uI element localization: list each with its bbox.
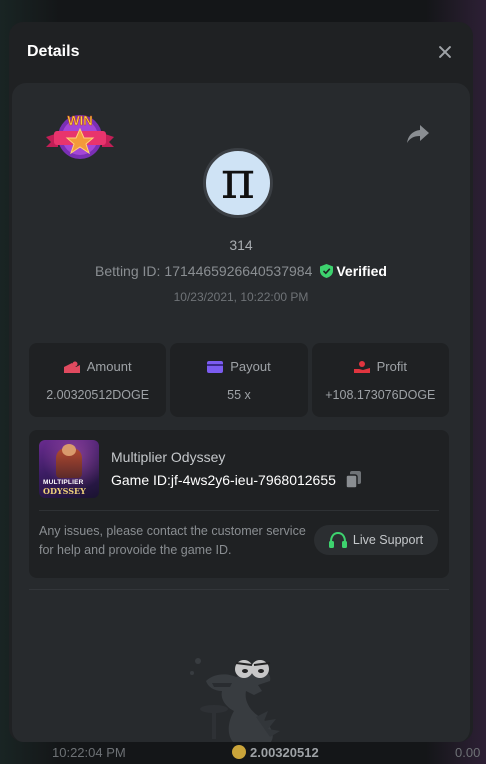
betting-id-value[interactable]: 1714465926640537984 — [164, 263, 312, 279]
username: 314 — [229, 237, 253, 253]
win-badge-icon: WIN — [46, 113, 114, 159]
coins-icon — [63, 361, 80, 373]
hand-coin-icon — [353, 360, 370, 373]
bet-timestamp: 10/23/2021, 10:22:00 PM — [173, 290, 309, 304]
thumbnail-title-line1: MULTIPLIER — [43, 479, 84, 486]
copy-icon[interactable] — [345, 471, 362, 488]
stat-payout-label: Payout — [230, 359, 271, 374]
background-amount-value: 2.00320512 — [250, 744, 319, 760]
stats-row: Amount 2.00320512DOGE Payout 55 x Profit… — [29, 343, 449, 417]
background-amount: 2.00320512 — [232, 745, 319, 760]
verified-label: Verified — [336, 263, 387, 279]
verified-badge: Verified — [320, 263, 387, 279]
support-text: Any issues, please contact the customer … — [39, 524, 306, 557]
avatar-pi-glyph: π — [220, 151, 256, 211]
stat-amount: Amount 2.00320512DOGE — [29, 343, 167, 417]
modal-title: Details — [27, 43, 80, 60]
stat-payout: Payout 55 x — [170, 343, 308, 417]
live-support-label: Live Support — [352, 533, 424, 547]
close-icon[interactable] — [435, 42, 455, 62]
game-id-label: Game ID: — [111, 471, 171, 488]
share-icon[interactable] — [406, 123, 430, 145]
avatar: π — [203, 148, 273, 218]
stat-payout-value: 55 x — [227, 388, 251, 402]
section-divider — [29, 589, 449, 590]
game-thumbnail[interactable]: MULTIPLIER ODYSSEY — [39, 440, 99, 498]
details-modal: Details WIN π 314 Betting ID: 1714465926… — [9, 22, 473, 742]
betting-id-label: Betting ID: — [95, 263, 161, 279]
betting-id-line: Betting ID: 1714465926640537984 Verified — [12, 263, 470, 279]
stat-profit-label: Profit — [376, 359, 407, 374]
crocodile-mascot-icon — [190, 658, 280, 742]
game-card: MULTIPLIER ODYSSEY Multiplier Odyssey Ga… — [29, 430, 449, 578]
headset-icon — [328, 532, 347, 548]
stat-payout-header: Payout — [170, 359, 307, 374]
live-support-button[interactable]: Live Support — [314, 525, 438, 555]
stat-amount-header: Amount — [29, 359, 166, 374]
bet-details-panel: WIN π 314 Betting ID: 171446592664053798… — [12, 83, 470, 742]
stat-profit-header: Profit — [312, 359, 449, 374]
card-icon — [207, 360, 224, 373]
game-id-value: jf-4ws2y6-ieu-7968012655 — [170, 471, 336, 488]
thumbnail-title-line2: ODYSSEY — [43, 486, 86, 496]
stat-profit: Profit +108.173076DOGE — [311, 343, 449, 417]
background-right-value: 0.00 — [455, 744, 481, 760]
thumbnail-hero-head — [62, 444, 76, 456]
stat-amount-label: Amount — [86, 359, 132, 374]
stat-profit-value: +108.173076DOGE — [325, 388, 436, 402]
shield-check-icon — [320, 264, 334, 278]
background-time: 10:22:04 PM — [52, 744, 126, 760]
game-id-line: Game ID: jf-4ws2y6-ieu-7968012655 — [111, 471, 362, 488]
game-card-divider — [39, 510, 439, 511]
win-badge-text: WIN — [67, 113, 92, 128]
game-name[interactable]: Multiplier Odyssey — [111, 449, 225, 465]
coin-icon — [232, 745, 246, 759]
stat-amount-value: 2.00320512DOGE — [46, 388, 150, 402]
background-bet-row: 10:22:04 PM 2.00320512 0.00 — [0, 740, 486, 764]
